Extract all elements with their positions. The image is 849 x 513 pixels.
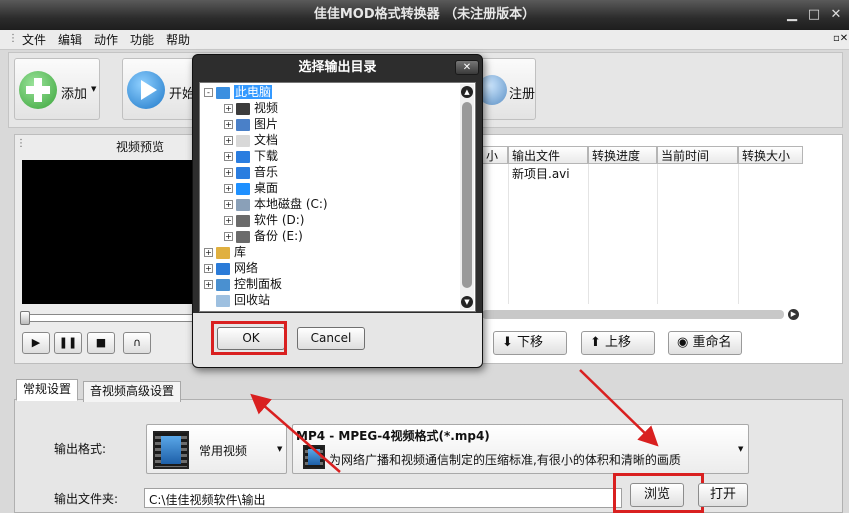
annotation-arrows — [250, 369, 659, 473]
arrow-to-browse — [579, 369, 659, 447]
arrow-to-ok — [250, 393, 341, 473]
